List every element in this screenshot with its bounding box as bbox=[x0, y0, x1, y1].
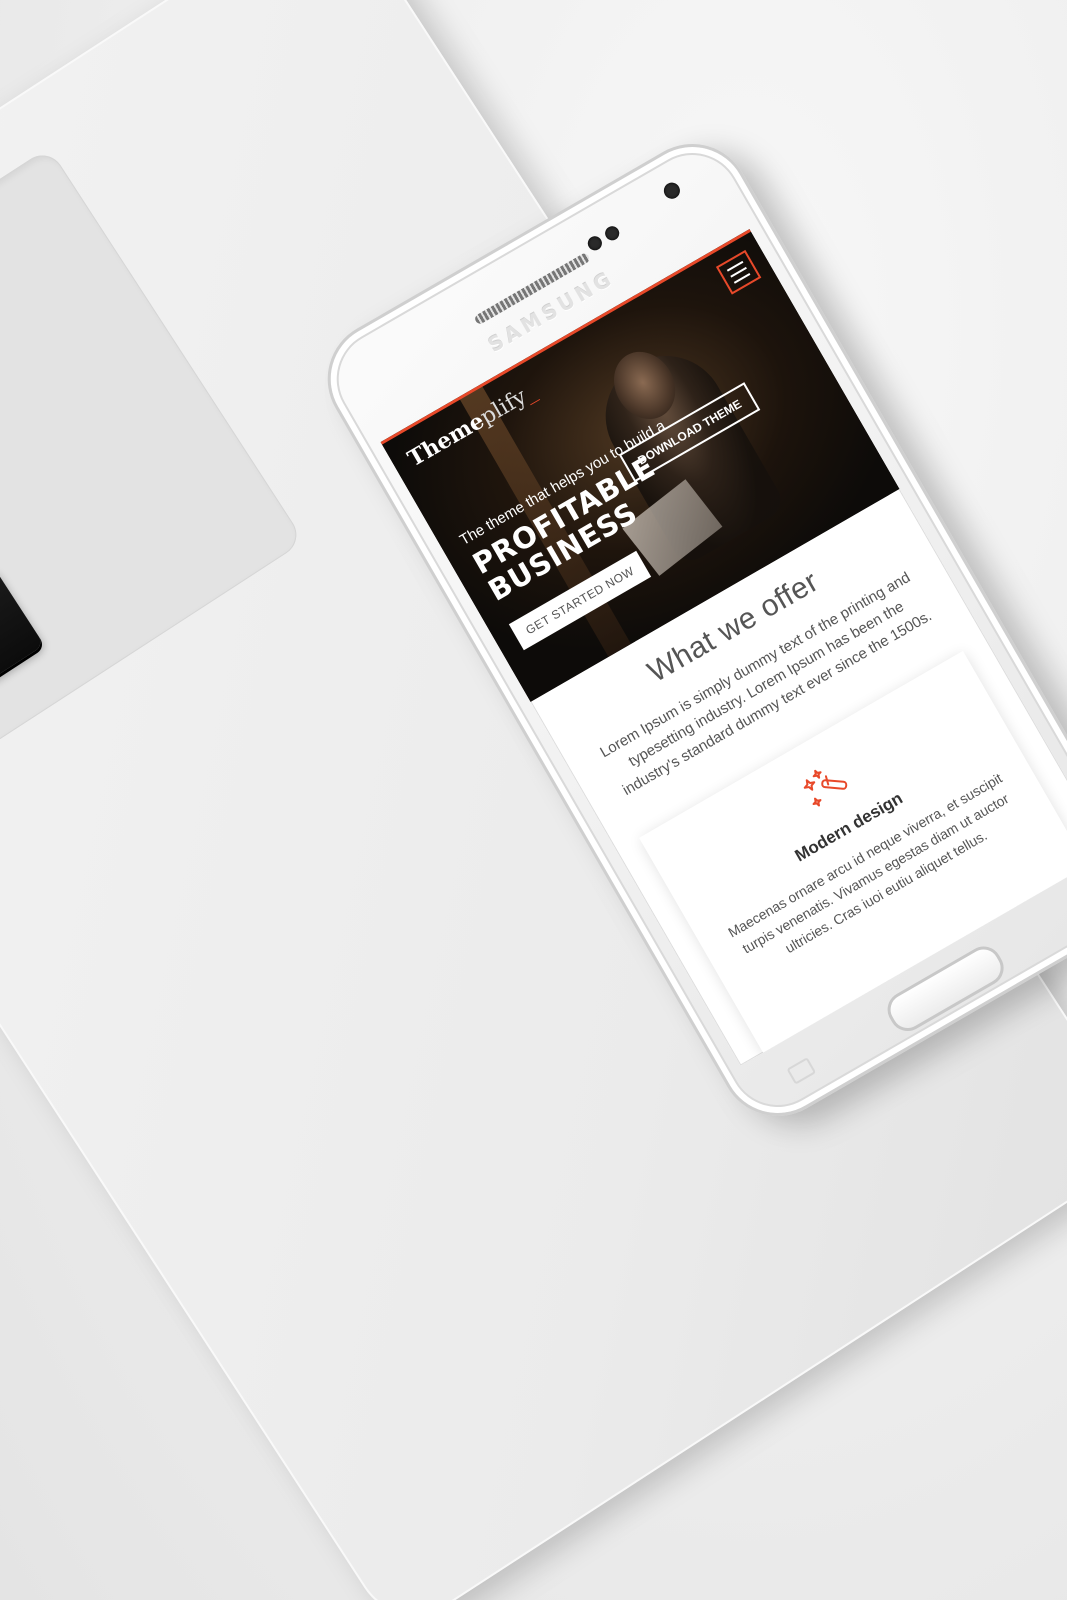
laptop-keyboard: ⏏ ⇧ ▼ ► bbox=[0, 147, 305, 825]
magic-wand-icon bbox=[803, 769, 848, 807]
laptop-key-arrow-right: ► bbox=[0, 565, 45, 708]
hamburger-menu-button[interactable] bbox=[715, 249, 762, 295]
product-mockup-scene: ⏏ ⇧ ▼ ► SAMSUNG bbox=[0, 0, 1067, 1600]
